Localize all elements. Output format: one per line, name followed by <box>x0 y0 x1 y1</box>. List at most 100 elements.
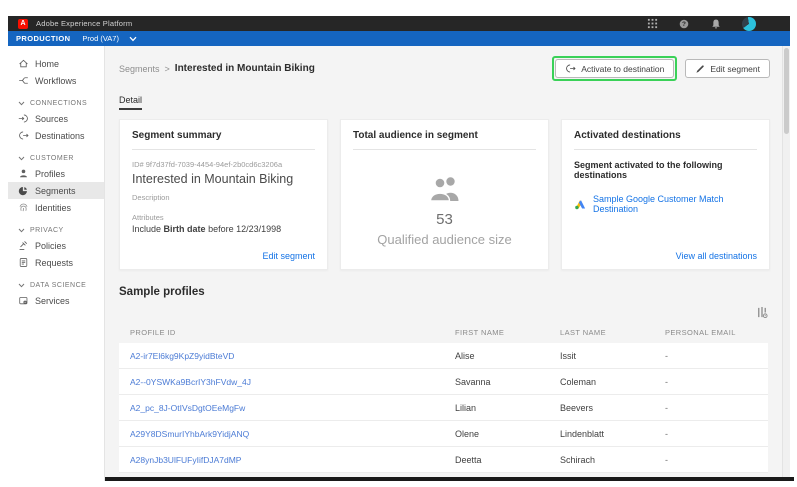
table-row[interactable]: A29Y8DSmurIYhbArk9YidjANQ Olene Lindenbl… <box>119 421 768 447</box>
destination-link-row[interactable]: Sample Google Customer Match Destination <box>574 194 757 214</box>
column-settings-icon[interactable] <box>756 306 768 320</box>
sidebar-section-data-science[interactable]: DATA SCIENCE <box>8 278 104 292</box>
view-all-destinations-link[interactable]: View all destinations <box>676 251 757 261</box>
sidebar-section-label: CUSTOMER <box>30 155 74 162</box>
segments-icon <box>18 185 29 196</box>
destinations-subtitle: Segment activated to the following desti… <box>574 160 757 180</box>
personal-email-cell: - <box>665 455 768 465</box>
header-actions: Activate to destination Edit segment <box>552 56 770 81</box>
identities-fingerprint-icon <box>18 202 29 213</box>
sidebar-section-label: CONNECTIONS <box>30 100 87 107</box>
segment-id: ID# 9f7d37fd-7039-4454-94ef-2b0cd6c3206a <box>132 160 315 169</box>
personal-email-cell: - <box>665 351 768 361</box>
sidebar-item-label: Identities <box>35 203 71 213</box>
card-title: Activated destinations <box>574 130 757 150</box>
sidebar-item-label: Profiles <box>35 169 65 179</box>
sidebar-item-identities[interactable]: Identities <box>8 199 104 216</box>
annotation-highlight-box: Activate to destination <box>552 56 677 81</box>
sidebar-section-label: PRIVACY <box>30 227 64 234</box>
org-switcher[interactable]: Prod (VA7) <box>82 34 137 43</box>
column-header-personal-email[interactable]: PERSONAL EMAIL <box>665 328 768 337</box>
environment-bar: PRODUCTION Prod (VA7) <box>8 31 790 46</box>
sidebar-item-label: Services <box>35 296 70 306</box>
sidebar-item-workflows[interactable]: Workflows <box>8 72 104 89</box>
table-row[interactable]: A2--0YSWKa9BcrIY3hFVdw_4J Savanna Colema… <box>119 369 768 395</box>
sidebar-item-label: Home <box>35 59 59 69</box>
last-name-cell: Coleman <box>560 377 665 387</box>
edit-segment-button[interactable]: Edit segment <box>685 59 770 78</box>
destinations-icon <box>18 130 29 141</box>
vertical-scrollbar[interactable] <box>782 46 790 477</box>
svg-text:?: ? <box>682 21 686 28</box>
policies-gavel-icon <box>18 240 29 251</box>
app-window: A Adobe Experience Platform ? PRODUCTION… <box>8 16 790 481</box>
org-name: Prod (VA7) <box>82 34 119 43</box>
segment-summary-card: Segment summary ID# 9f7d37fd-7039-4454-9… <box>119 119 328 270</box>
chevron-down-icon <box>18 101 25 106</box>
total-audience-card: Total audience in segment 53 Qualified a… <box>340 119 549 270</box>
activated-destinations-card: Activated destinations Segment activated… <box>561 119 770 270</box>
profile-id-link[interactable]: A29Y8DSmurIYhbArk9YidjANQ <box>130 429 455 439</box>
sidebar-item-label: Segments <box>35 186 76 196</box>
column-header-first-name[interactable]: FIRST NAME <box>455 328 560 337</box>
user-avatar[interactable] <box>742 17 756 31</box>
table-toolbar <box>119 306 768 320</box>
tab-detail[interactable]: Detail <box>119 95 142 110</box>
personal-email-cell: - <box>665 403 768 413</box>
profiles-icon <box>18 168 29 179</box>
sidebar-item-label: Workflows <box>35 76 76 86</box>
personal-email-cell: - <box>665 429 768 439</box>
services-icon <box>18 295 29 306</box>
audience-caption: Qualified audience size <box>353 232 536 247</box>
sidebar-section-privacy[interactable]: PRIVACY <box>8 223 104 237</box>
sample-profiles-title: Sample profiles <box>119 286 768 298</box>
column-header-last-name[interactable]: LAST NAME <box>560 328 665 337</box>
profile-id-link[interactable]: A2-ir7El6kg9KpZ9yidBteVD <box>130 351 455 361</box>
sidebar-item-requests[interactable]: Requests <box>8 254 104 271</box>
notifications-bell-icon[interactable] <box>710 18 722 30</box>
table-row[interactable]: A2_pc_8J-OtIVsDgtOEeMgFw Lilian Beevers … <box>119 395 768 421</box>
sidebar-item-profiles[interactable]: Profiles <box>8 165 104 182</box>
activate-button-label: Activate to destination <box>581 64 664 74</box>
sidebar-section-customer[interactable]: CUSTOMER <box>8 151 104 165</box>
column-header-profile-id[interactable]: PROFILE ID <box>130 328 455 337</box>
profile-id-link[interactable]: A2_pc_8J-OtIVsDgtOEeMgFw <box>130 403 455 413</box>
apps-grid-icon[interactable] <box>647 18 658 29</box>
summary-cards-row: Segment summary ID# 9f7d37fd-7039-4454-9… <box>119 119 770 270</box>
attribute-rule: Include Birth date before 12/23/1998 <box>132 224 315 234</box>
edit-segment-link[interactable]: Edit segment <box>262 251 315 261</box>
sidebar-item-label: Requests <box>35 258 73 268</box>
adobe-logo-icon: A <box>18 19 28 29</box>
pencil-edit-icon <box>695 64 705 74</box>
sidebar-item-sources[interactable]: Sources <box>8 110 104 127</box>
sidebar-item-home[interactable]: Home <box>8 55 104 72</box>
scrollbar-thumb[interactable] <box>784 48 789 134</box>
app-title: Adobe Experience Platform <box>36 19 132 28</box>
activate-to-destination-button[interactable]: Activate to destination <box>555 59 674 78</box>
edit-button-label: Edit segment <box>710 64 760 74</box>
topbar-icon-group: ? <box>647 17 780 31</box>
table-row[interactable]: A28ynJb3UlFUFyIifDJA7dMP Deetta Schirach… <box>119 447 768 473</box>
activate-destination-icon <box>565 63 576 74</box>
profile-id-link[interactable]: A28ynJb3UlFUFyIifDJA7dMP <box>130 455 455 465</box>
sample-profiles-section: Sample profiles PROFILE ID FIRST NAME LA… <box>119 286 768 473</box>
chevron-down-icon <box>18 283 25 288</box>
main-content: Segments > Interested in Mountain Biking… <box>105 46 790 477</box>
table-row[interactable]: A2-ir7El6kg9KpZ9yidBteVD Alise Issit - <box>119 343 768 369</box>
breadcrumb-root[interactable]: Segments <box>119 64 160 74</box>
attribute-field: Birth date <box>164 224 206 234</box>
sidebar-item-services[interactable]: Services <box>8 292 104 309</box>
help-icon[interactable]: ? <box>678 18 690 30</box>
page-header: Segments > Interested in Mountain Biking… <box>105 46 790 81</box>
google-destination-icon <box>574 198 586 211</box>
sidebar-section-connections[interactable]: CONNECTIONS <box>8 96 104 110</box>
sidebar-item-policies[interactable]: Policies <box>8 237 104 254</box>
last-name-cell: Schirach <box>560 455 665 465</box>
sources-icon <box>18 113 29 124</box>
chevron-down-icon <box>18 228 25 233</box>
profile-id-link[interactable]: A2--0YSWKa9BcrIY3hFVdw_4J <box>130 377 455 387</box>
last-name-cell: Lindenblatt <box>560 429 665 439</box>
sidebar-item-segments[interactable]: Segments <box>8 182 104 199</box>
sidebar-item-destinations[interactable]: Destinations <box>8 127 104 144</box>
requests-document-icon <box>18 257 29 268</box>
